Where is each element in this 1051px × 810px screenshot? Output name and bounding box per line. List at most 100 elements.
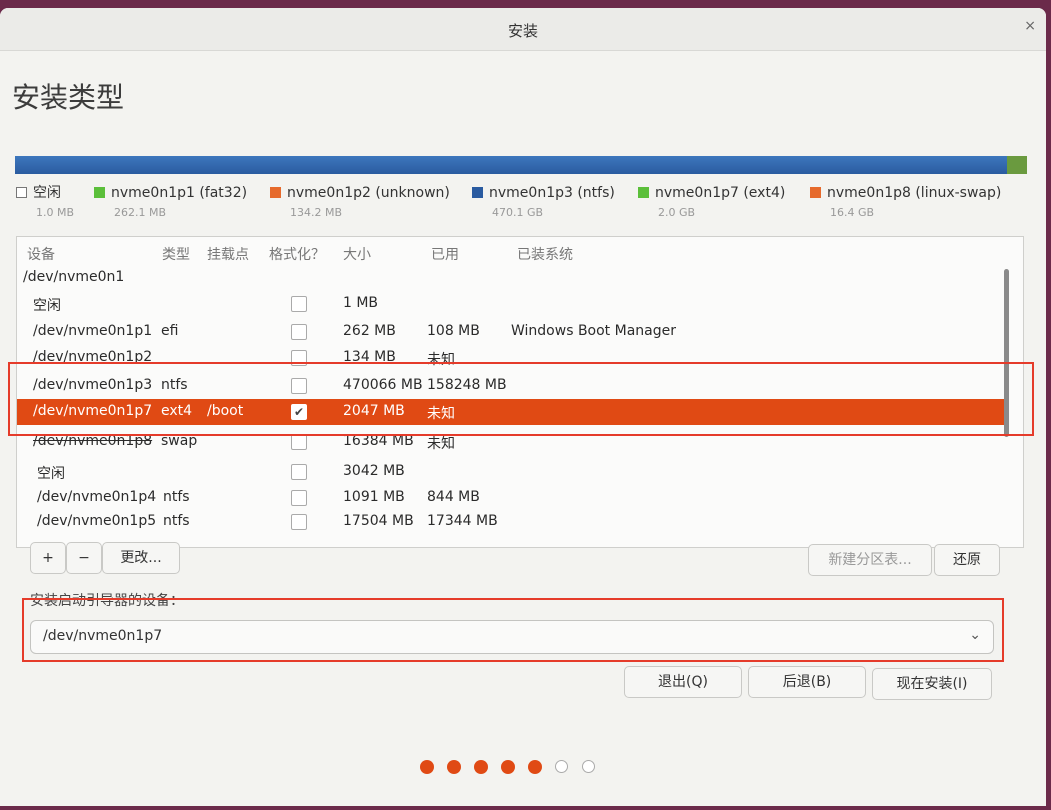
row-type: ext4 bbox=[161, 403, 193, 419]
chevron-down-icon: ⌄ bbox=[969, 627, 981, 643]
format-checkbox[interactable] bbox=[291, 464, 307, 480]
legend-size: 262.1 MB bbox=[114, 206, 167, 219]
row-size: 16384 MB bbox=[343, 433, 414, 449]
table-row[interactable]: /dev/nvme0n1p3 ntfs 470066 MB 158248 MB bbox=[17, 373, 1007, 399]
row-device: /dev/nvme0n1p3 bbox=[33, 377, 153, 393]
table-row-selected[interactable]: /dev/nvme0n1p7 ext4 /boot ✔ 2047 MB 未知 bbox=[17, 399, 1007, 425]
row-size: 17504 MB bbox=[343, 513, 414, 529]
partition-bar-segment-ntfs bbox=[15, 156, 1007, 174]
legend-swatch bbox=[638, 187, 649, 198]
legend-swatch bbox=[810, 187, 821, 198]
partition-bar bbox=[15, 156, 1027, 174]
row-used: 未知 bbox=[427, 352, 455, 368]
legend-item-p3: nvme0n1p3 (ntfs) 470.1 GB bbox=[472, 182, 615, 219]
bootloader-label: 安装启动引导器的设备： bbox=[30, 593, 184, 609]
header-size: 大小 bbox=[343, 247, 371, 263]
row-size: 2047 MB bbox=[343, 403, 405, 419]
new-partition-table-button[interactable]: 新建分区表... bbox=[808, 544, 932, 576]
row-type: efi bbox=[161, 323, 179, 339]
row-used: 未知 bbox=[427, 436, 455, 452]
format-checkbox[interactable] bbox=[291, 350, 307, 366]
table-row[interactable]: /dev/nvme0n1p5 ntfs 17504 MB 17344 MB bbox=[17, 509, 1007, 535]
install-now-button[interactable]: 现在安装(I) bbox=[872, 668, 992, 700]
disk-row[interactable]: /dev/nvme0n1 bbox=[17, 265, 1007, 291]
row-device: /dev/nvme0n1p4 bbox=[37, 489, 157, 505]
format-checkbox[interactable] bbox=[291, 514, 307, 530]
progress-dot bbox=[447, 760, 461, 774]
legend-size: 16.4 GB bbox=[830, 206, 875, 219]
row-size: 3042 MB bbox=[343, 463, 405, 479]
table-row[interactable]: /dev/nvme0n1p2 134 MB 未知 bbox=[17, 345, 1007, 371]
row-system: Windows Boot Manager bbox=[511, 323, 676, 339]
back-button[interactable]: 后退(B) bbox=[748, 666, 866, 698]
revert-button[interactable]: 还原 bbox=[934, 544, 1000, 576]
format-checkbox-checked[interactable]: ✔ bbox=[291, 404, 307, 420]
progress-dot bbox=[474, 760, 488, 774]
legend-swatch bbox=[16, 187, 27, 198]
window-title: 安装 bbox=[507, 22, 538, 40]
format-checkbox[interactable] bbox=[291, 296, 307, 312]
row-device: /dev/nvme0n1p2 bbox=[33, 349, 153, 365]
legend-label: nvme0n1p2 (unknown) bbox=[287, 185, 450, 201]
progress-dot bbox=[555, 760, 568, 773]
bootloader-device-select[interactable]: /dev/nvme0n1p7 ⌄ bbox=[30, 620, 994, 654]
row-size: 262 MB bbox=[343, 323, 396, 339]
legend-size: 1.0 MB bbox=[36, 206, 75, 219]
format-checkbox[interactable] bbox=[291, 490, 307, 506]
legend-item-p2: nvme0n1p2 (unknown) 134.2 MB bbox=[270, 182, 450, 219]
page-title: 安装类型 bbox=[12, 81, 125, 114]
table-row[interactable]: /dev/nvme0n1p8 swap 16384 MB 未知 bbox=[17, 429, 1007, 455]
format-checkbox[interactable] bbox=[291, 434, 307, 450]
table-row[interactable]: /dev/nvme0n1p1 efi 262 MB 108 MB Windows… bbox=[17, 319, 1007, 345]
row-used: 17344 MB bbox=[427, 513, 498, 529]
bootloader-device-value: /dev/nvme0n1p7 bbox=[43, 628, 163, 644]
quit-button[interactable]: 退出(Q) bbox=[624, 666, 742, 698]
legend-label: 空闲 bbox=[33, 185, 61, 201]
change-partition-button[interactable]: 更改... bbox=[102, 542, 180, 574]
legend-item-p7: nvme0n1p7 (ext4) 2.0 GB bbox=[638, 182, 786, 219]
row-device: /dev/nvme0n1p1 bbox=[33, 323, 153, 339]
header-used: 已用 bbox=[431, 247, 459, 263]
table-row[interactable]: 空闲 3042 MB bbox=[17, 459, 1007, 485]
row-type: swap bbox=[161, 433, 198, 449]
legend-swatch bbox=[94, 187, 105, 198]
remove-partition-button[interactable]: − bbox=[66, 542, 102, 574]
legend-label: nvme0n1p8 (linux-swap) bbox=[827, 185, 1002, 201]
header-device: 设备 bbox=[27, 247, 55, 263]
header-format: 格式化？ bbox=[269, 247, 325, 263]
progress-dot bbox=[420, 760, 434, 774]
row-used: 158248 MB bbox=[427, 377, 507, 393]
table-row[interactable]: 空闲 1 MB bbox=[17, 291, 1007, 317]
row-size: 134 MB bbox=[343, 349, 396, 365]
progress-dots bbox=[420, 760, 600, 778]
row-size: 470066 MB bbox=[343, 377, 423, 393]
table-row[interactable]: /dev/nvme0n1p4 ntfs 1091 MB 844 MB bbox=[17, 485, 1007, 511]
format-checkbox[interactable] bbox=[291, 378, 307, 394]
close-icon[interactable]: × bbox=[1024, 18, 1036, 34]
partition-bar-segment-rest bbox=[1007, 156, 1027, 174]
legend-size: 2.0 GB bbox=[658, 206, 696, 219]
progress-dot bbox=[501, 760, 515, 774]
legend-swatch bbox=[472, 187, 483, 198]
legend-item-free: 空闲 1.0 MB bbox=[16, 182, 74, 219]
row-device: 空闲 bbox=[37, 466, 65, 482]
add-partition-button[interactable]: + bbox=[30, 542, 66, 574]
legend-label: nvme0n1p7 (ext4) bbox=[655, 185, 786, 201]
row-device: /dev/nvme0n1p7 bbox=[33, 403, 153, 419]
header-mount: 挂载点 bbox=[207, 247, 249, 263]
installer-window: 安装 × 安装类型 空闲 1.0 MB nvme0n1p1 (fat32) 26… bbox=[0, 8, 1046, 806]
header-system: 已装系统 bbox=[517, 247, 573, 263]
legend-item-p8: nvme0n1p8 (linux-swap) 16.4 GB bbox=[810, 182, 1002, 219]
partition-legend: 空闲 1.0 MB nvme0n1p1 (fat32) 262.1 MB nvm… bbox=[16, 182, 1031, 222]
row-device: 空闲 bbox=[33, 298, 61, 314]
row-size: 1 MB bbox=[343, 295, 379, 311]
row-used: 108 MB bbox=[427, 323, 480, 339]
legend-item-p1: nvme0n1p1 (fat32) 262.1 MB bbox=[94, 182, 247, 219]
header-type: 类型 bbox=[162, 247, 190, 263]
row-device: /dev/nvme0n1p8 bbox=[33, 433, 153, 449]
partition-table: 设备 类型 挂载点 格式化？ 大小 已用 已装系统 /dev/nvme0n1 空… bbox=[16, 236, 1024, 548]
format-checkbox[interactable] bbox=[291, 324, 307, 340]
row-used: 未知 bbox=[427, 406, 455, 422]
table-scrollbar[interactable] bbox=[1004, 269, 1009, 437]
row-size: 1091 MB bbox=[343, 489, 405, 505]
